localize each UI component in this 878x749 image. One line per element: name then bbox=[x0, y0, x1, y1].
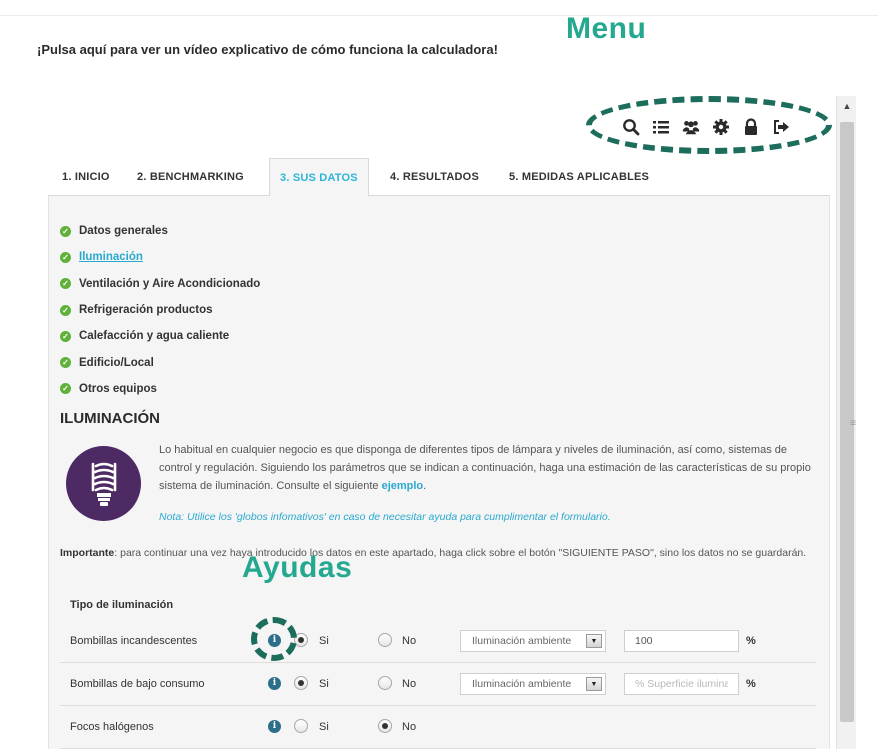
percent-unit: % bbox=[746, 635, 756, 647]
section-item-datos-generales[interactable]: ✓ Datos generales bbox=[60, 218, 260, 244]
video-tutorial-link[interactable]: ¡Pulsa aquí para ver un vídeo explicativ… bbox=[37, 42, 498, 57]
lighting-row-incandescentes: Bombillas incandescentes i Si No Ilumina… bbox=[60, 621, 816, 663]
radio-no-label: No bbox=[402, 678, 417, 690]
check-icon: ✓ bbox=[60, 330, 71, 342]
chevron-down-icon[interactable]: ▼ bbox=[586, 677, 602, 691]
example-link[interactable]: ejemplo bbox=[382, 480, 424, 492]
menu-annotation: Menu bbox=[566, 12, 647, 45]
row-label: Bombillas incandescentes bbox=[70, 635, 198, 647]
radio-no[interactable] bbox=[378, 676, 392, 690]
check-icon: ✓ bbox=[60, 278, 71, 290]
tab-resultados[interactable]: 4. RESULTADOS bbox=[390, 158, 479, 196]
help-highlight-circle bbox=[251, 617, 297, 661]
surface-percent-input[interactable] bbox=[624, 673, 739, 695]
check-icon: ✓ bbox=[60, 304, 71, 316]
chevron-down-icon[interactable]: ▼ bbox=[586, 634, 602, 648]
tab-medidas-aplicables[interactable]: 5. MEDIDAS APLICABLES bbox=[509, 158, 649, 196]
info-icon[interactable]: i bbox=[268, 677, 281, 690]
important-notice: Importante: para continuar una vez haya … bbox=[60, 547, 807, 559]
lightbulb-icon bbox=[66, 446, 141, 521]
check-icon: ✓ bbox=[60, 225, 71, 237]
section-item-edificio[interactable]: ✓ Edificio/Local bbox=[60, 349, 260, 375]
intro-paragraph: Lo habitual en cualquier negocio es que … bbox=[159, 444, 811, 492]
help-note: Nota: Utilice los 'globos infomativos' e… bbox=[159, 511, 611, 523]
tab-benchmarking[interactable]: 2. BENCHMARKING bbox=[137, 158, 244, 196]
radio-no-label: No bbox=[402, 721, 417, 733]
lighting-row-bajo-consumo: Bombillas de bajo consumo i Si No Ilumin… bbox=[60, 664, 816, 706]
percent-unit: % bbox=[746, 678, 756, 690]
section-item-refrigeracion[interactable]: ✓ Refrigeración productos bbox=[60, 297, 260, 323]
radio-no[interactable] bbox=[378, 633, 392, 647]
section-item-otros-equipos[interactable]: ✓ Otros equipos bbox=[60, 376, 260, 402]
radio-no-label: No bbox=[402, 635, 417, 647]
surface-percent-input[interactable] bbox=[624, 630, 739, 652]
radio-yes[interactable] bbox=[294, 676, 308, 690]
radio-no[interactable] bbox=[378, 719, 392, 733]
lighting-row-halogenos: Focos halógenos i Si No bbox=[60, 707, 816, 749]
section-heading: ILUMINACIÓN bbox=[60, 410, 160, 427]
row-label: Focos halógenos bbox=[70, 721, 154, 733]
section-item-iluminacion[interactable]: ✓ Iluminación bbox=[60, 244, 260, 270]
tab-inicio[interactable]: 1. INICIO bbox=[62, 158, 110, 196]
info-icon[interactable]: i bbox=[268, 720, 281, 733]
tab-sus-datos[interactable]: 3. SUS DATOS bbox=[269, 158, 369, 197]
ayudas-annotation: Ayudas bbox=[242, 551, 353, 584]
top-border bbox=[0, 15, 878, 16]
check-icon: ✓ bbox=[60, 383, 71, 395]
radio-yes-label: Si bbox=[319, 635, 329, 647]
section-item-ventilacion[interactable]: ✓ Ventilación y Aire Acondicionado bbox=[60, 271, 260, 297]
check-icon: ✓ bbox=[60, 251, 71, 263]
menu-highlight-ellipse bbox=[586, 96, 832, 154]
radio-yes[interactable] bbox=[294, 719, 308, 733]
lighting-level-select[interactable]: Iluminación ambiente ▼ bbox=[460, 630, 606, 652]
scroll-up-arrow-icon[interactable]: ▲ bbox=[837, 96, 857, 116]
radio-yes-label: Si bbox=[319, 721, 329, 733]
radio-yes-label: Si bbox=[319, 678, 329, 690]
scroll-grip-icon: ≡ bbox=[850, 418, 856, 429]
row-label: Bombillas de bajo consumo bbox=[70, 678, 205, 690]
section-list: ✓ Datos generales ✓ Iluminación ✓ Ventilaci… bbox=[60, 218, 260, 402]
step-tabs: 1. INICIO 2. BENCHMARKING 3. SUS DATOS 4… bbox=[48, 158, 830, 197]
section-item-calefaccion[interactable]: ✓ Calefacción y agua caliente bbox=[60, 323, 260, 349]
check-icon: ✓ bbox=[60, 357, 71, 369]
lighting-type-heading: Tipo de iluminación bbox=[70, 599, 174, 611]
lighting-level-select[interactable]: Iluminación ambiente ▼ bbox=[460, 673, 606, 695]
